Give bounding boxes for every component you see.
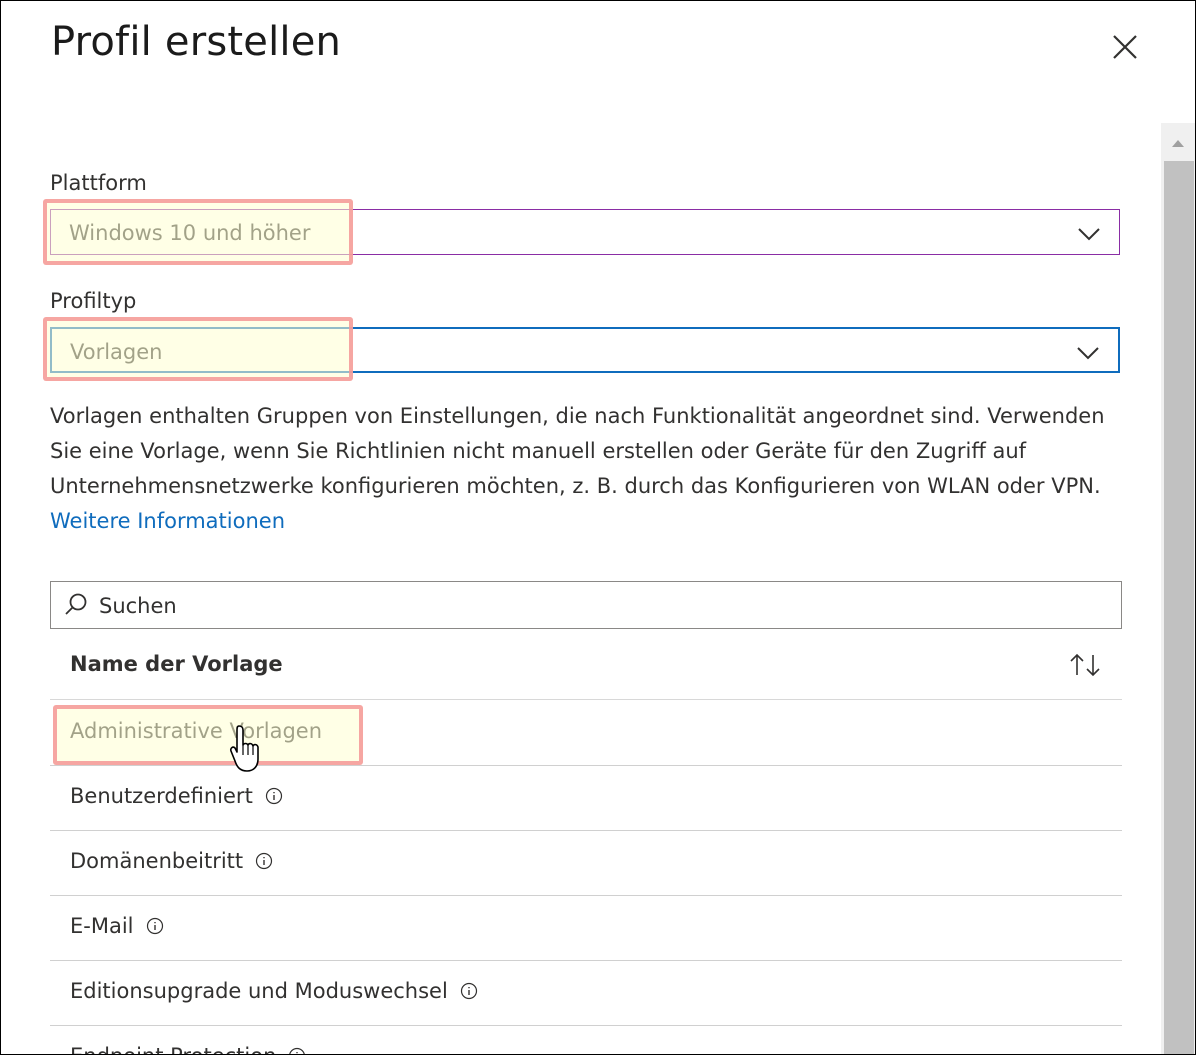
info-icon[interactable] [460, 982, 478, 1000]
row-name: Endpoint Protection [70, 1044, 276, 1054]
platform-value: Windows 10 und höher [69, 221, 311, 245]
row-name: E-Mail [70, 914, 134, 938]
table-row[interactable]: Benutzerdefiniert [50, 766, 1122, 831]
table-row[interactable]: Endpoint Protection [50, 1026, 1122, 1055]
chevron-down-icon [1078, 228, 1100, 241]
chevron-down-icon [1077, 347, 1099, 360]
row-name: Administrative Vorlagen [70, 719, 323, 743]
profile-type-label: Profiltyp [50, 289, 137, 313]
platform-dropdown[interactable]: Windows 10 und höher [50, 209, 1120, 255]
table-row[interactable]: Domänenbeitritt [50, 831, 1122, 896]
info-icon[interactable] [265, 787, 283, 805]
scrollbar-thumb[interactable] [1164, 161, 1194, 1054]
table-row[interactable]: Editionsupgrade und Moduswechsel [50, 961, 1122, 1026]
platform-label: Plattform [50, 171, 147, 195]
close-icon [1113, 35, 1137, 59]
learn-more-link[interactable]: Weitere Informationen [50, 509, 285, 533]
profile-type-value: Vorlagen [70, 340, 163, 364]
dialog-title: Profil erstellen [51, 19, 342, 65]
description: Vorlagen enthalten Gruppen von Einstellu… [50, 399, 1110, 539]
info-icon[interactable] [146, 917, 164, 935]
column-header-name: Name der Vorlage [70, 652, 283, 676]
info-icon[interactable] [255, 852, 273, 870]
row-name: Benutzerdefiniert [70, 784, 253, 808]
table-row[interactable]: E-Mail [50, 896, 1122, 961]
profile-type-dropdown[interactable]: Vorlagen [50, 327, 1120, 373]
row-name: Domänenbeitritt [70, 849, 244, 873]
table-row[interactable]: Administrative Vorlagen [50, 701, 1122, 766]
table-header: Name der Vorlage [50, 635, 1122, 700]
create-profile-dialog: Profil erstellen Plattform Windows 10 un… [0, 0, 1196, 1055]
search-icon [65, 593, 87, 615]
scroll-up-arrow-icon[interactable] [1167, 133, 1189, 153]
sort-icon[interactable] [1068, 651, 1102, 679]
info-icon[interactable] [288, 1047, 306, 1055]
close-button[interactable] [1105, 27, 1145, 67]
row-name: Editionsupgrade und Moduswechsel [70, 979, 448, 1003]
search-box[interactable] [50, 581, 1122, 629]
search-input[interactable] [97, 588, 1001, 624]
description-text: Vorlagen enthalten Gruppen von Einstellu… [50, 404, 1105, 498]
